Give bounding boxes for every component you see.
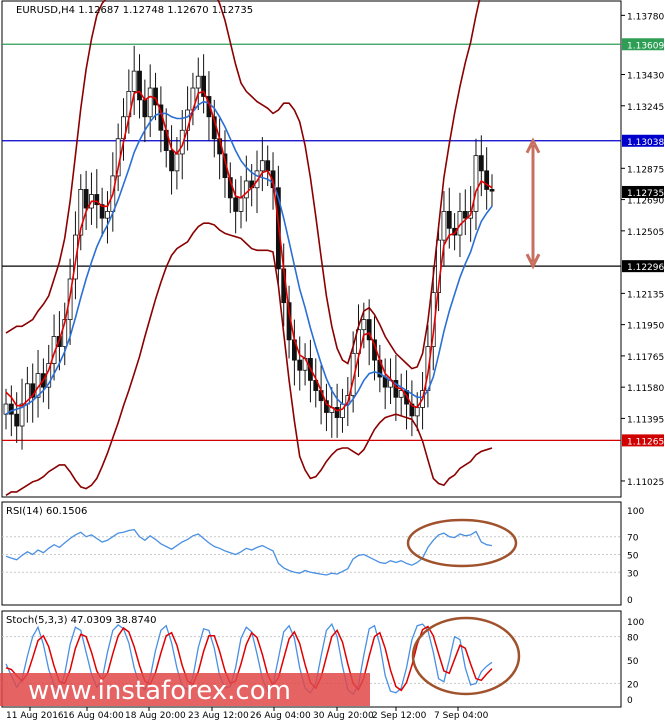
candle-body: [478, 155, 484, 172]
main-panel-frame: [1, 0, 622, 498]
candle-body: [414, 407, 420, 417]
candle-body: [489, 189, 495, 192]
watermark: www.instaforex.com: [0, 673, 370, 706]
candle-body: [14, 413, 20, 427]
stoch-tick-label: 80: [627, 634, 639, 644]
price-tick-label: 1.11950: [627, 322, 664, 332]
candle-body: [233, 197, 239, 212]
time-tick-label: 2 Sep 12:00: [372, 711, 427, 721]
price-tick-label: 1.11025: [627, 478, 664, 488]
stoch-tick-label: 20: [627, 680, 639, 690]
level-1-13609-label: 1.13609: [627, 41, 664, 51]
stoch-title: Stoch(5,3,3) 47.0309 38.8740: [6, 615, 157, 626]
candle-body: [131, 70, 137, 92]
rsi-tick-label: 100: [627, 507, 644, 517]
candle-body: [462, 210, 468, 219]
candle-body: [105, 210, 110, 219]
candle-body: [340, 403, 345, 418]
watermark-text: www.instaforex.com: [28, 676, 291, 706]
rsi-title: RSI(14) 60.1506: [6, 506, 87, 517]
price-tick-label: 1.12135: [627, 290, 664, 300]
candle-body: [446, 210, 452, 229]
time-tick-label: 23 Aug 12:00: [188, 711, 249, 721]
chart-container: EURUSD,H4 1.12687 1.12748 1.12670 1.1273…: [0, 0, 665, 723]
candle-body: [441, 210, 447, 241]
rsi-tick-label: 70: [627, 534, 639, 544]
price-tick-label: 1.13430: [627, 72, 664, 82]
candle-body: [361, 319, 367, 331]
rsi-tick-label: 0: [627, 596, 633, 606]
level-1-12296-label: 1.12296: [627, 263, 664, 273]
time-tick-label: 30 Aug 20:00: [313, 711, 374, 721]
candle-body: [259, 160, 265, 172]
time-tick-label: 11 Aug 2016: [6, 711, 64, 721]
candle-body: [484, 170, 490, 190]
price-tick-label: 1.11580: [627, 384, 664, 394]
chart-canvas: EURUSD,H4 1.12687 1.12748 1.12670 1.1273…: [0, 0, 664, 721]
candle-body: [174, 153, 180, 172]
price-tick-label: 1.12875: [627, 165, 664, 175]
time-tick-label: 7 Sep 04:00: [434, 711, 489, 721]
rsi-tick-label: 50: [627, 552, 639, 562]
price-tick-label: 1.11395: [627, 415, 664, 425]
level-1-13038-label: 1.13038: [627, 138, 664, 148]
price-tick-label: 1.13245: [627, 103, 664, 113]
price-axis: 1.137801.134301.132451.128751.126901.125…: [621, 12, 664, 488]
candle-body: [137, 70, 142, 101]
stoch-tick-label: 100: [627, 618, 644, 628]
time-tick-label: 16 Aug 04:00: [63, 711, 124, 721]
price-tick-label: 1.13780: [627, 12, 664, 22]
candle-body: [238, 197, 244, 212]
candle-body: [243, 180, 249, 199]
candle-body: [297, 359, 303, 371]
price-tick-label: 1.12505: [627, 228, 664, 238]
candle-body: [334, 407, 340, 418]
rsi-tick-label: 30: [627, 569, 639, 579]
time-tick-label: 18 Aug 20:00: [125, 711, 186, 721]
level-1-11265-label: 1.11265: [627, 437, 664, 447]
price-tick-label: 1.11765: [627, 353, 664, 363]
candle-body: [147, 87, 153, 118]
candle-body: [473, 155, 479, 212]
time-tick-label: 26 Aug 04:00: [250, 711, 311, 721]
stoch-tick-label: 0: [627, 696, 633, 706]
symbol-header: EURUSD,H4 1.12687 1.12748 1.12670 1.1273…: [16, 5, 253, 16]
candle-body: [8, 403, 14, 415]
candle-body: [195, 75, 201, 89]
candle-body: [265, 160, 271, 172]
candle-body: [169, 150, 174, 172]
candle-body: [83, 189, 89, 209]
current-price-label: 1.12735: [627, 189, 664, 199]
time-axis: 11 Aug 2016 16 Aug 04:00 18 Aug 20:00 23 Au…: [6, 707, 489, 721]
candle-body: [142, 99, 148, 118]
stoch-tick-label: 50: [627, 657, 639, 667]
rsi-panel-frame: [1, 501, 622, 606]
